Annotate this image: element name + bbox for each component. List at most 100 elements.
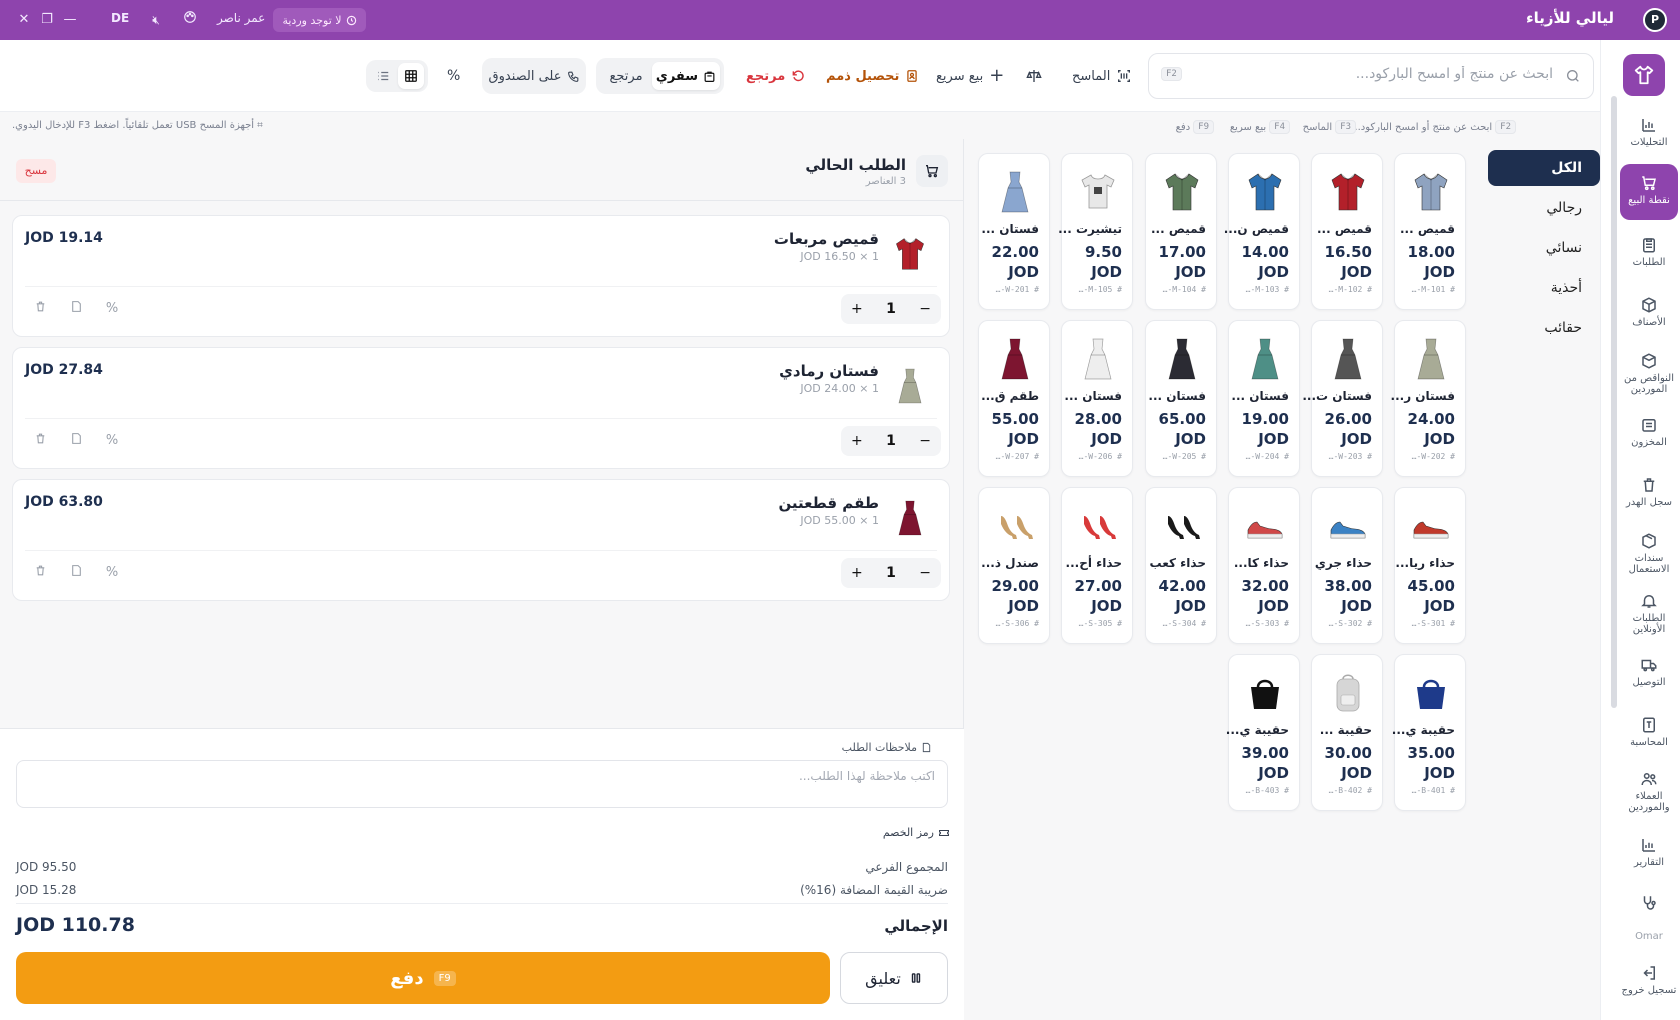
dress-icon <box>1078 337 1118 381</box>
product-card[interactable]: فستان ... 65.00 JOD # W-205-… <box>1145 320 1217 477</box>
increase-qty-button[interactable]: + <box>851 433 863 449</box>
delete-line-icon[interactable] <box>31 564 49 582</box>
order-type-counter[interactable]: على الصندوق <box>482 58 586 94</box>
trash-icon <box>1643 478 1655 492</box>
shift-status-badge[interactable]: لا توجد وردية <box>273 8 366 32</box>
product-card[interactable]: حقيبة ... 30.00 JOD # B-402-… <box>1311 654 1383 811</box>
search-input[interactable] <box>1253 66 1553 82</box>
product-card[interactable]: حذاء أح... 27.00 JOD # S-305-… <box>1061 487 1133 644</box>
delete-line-icon[interactable] <box>31 432 49 450</box>
sidebar-brand-icon[interactable] <box>1623 54 1665 96</box>
line-discount-icon[interactable]: % <box>103 564 121 582</box>
discount-percent-button[interactable]: % <box>447 62 460 90</box>
return-button[interactable]: مرتجع <box>746 62 805 90</box>
sidebar-item-pos[interactable]: نقطة البيع <box>1620 164 1678 220</box>
product-card[interactable]: قميص ... 17.00 JOD # M-104-… <box>1145 153 1217 310</box>
grid-icon <box>405 70 417 82</box>
hold-button[interactable]: تعليق <box>840 952 948 1004</box>
palette-icon[interactable] <box>180 10 200 30</box>
line-discount-icon[interactable]: % <box>103 432 121 450</box>
notes-label-row: ملاحظات الطلب <box>842 741 932 754</box>
sidebar-item-accounting[interactable]: المحاسبة <box>1620 716 1678 748</box>
product-card[interactable]: فستان ... 28.00 JOD # W-206-… <box>1061 320 1133 477</box>
cart-line[interactable]: فستان رمادي JOD 24.00 × 1 JOD 27.84 +1 −% <box>12 347 950 469</box>
line-note-icon[interactable] <box>67 432 85 450</box>
sidebar-item-supplier-shortages[interactable]: النواقص من الموردين <box>1620 352 1678 395</box>
product-card[interactable]: فستان ر... 24.00 JOD # W-202-… <box>1391 320 1466 477</box>
language-toggle[interactable]: DE <box>111 11 129 25</box>
decrease-qty-button[interactable]: − <box>919 565 931 581</box>
product-name: قميص ... <box>1316 222 1372 236</box>
delete-line-icon[interactable] <box>31 300 49 318</box>
logout-button[interactable]: تسجيل خروج <box>1620 964 1678 996</box>
line-note-icon[interactable] <box>67 300 85 318</box>
line-discount-icon[interactable]: % <box>103 300 121 318</box>
search-box[interactable]: F2 <box>1148 53 1594 99</box>
sidebar-item-customers-suppliers[interactable]: العملاء والموردين <box>1620 770 1678 813</box>
increase-qty-button[interactable]: + <box>851 565 863 581</box>
quick-sale-button[interactable]: + بيع سريع <box>936 62 1004 90</box>
product-card[interactable]: طقم ق... 55.00 JOD # W-207-… <box>978 320 1050 477</box>
product-card[interactable]: حقيبة ي... 39.00 JOD # B-403-… <box>1226 654 1300 811</box>
product-card[interactable]: حذاء كا... 32.00 JOD # S-303-… <box>1228 487 1300 644</box>
product-card[interactable]: حذاء جري 38.00 JOD # S-302-… <box>1311 487 1383 644</box>
product-name: حقيبة ... <box>1319 723 1372 737</box>
undo-icon <box>792 70 804 82</box>
category-all[interactable]: الكل <box>1488 150 1600 186</box>
product-name: حذاء أح... <box>1065 556 1122 570</box>
order-notes-input[interactable] <box>16 760 948 808</box>
category-men[interactable]: رجالي <box>1488 190 1600 226</box>
sidebar-item-online-orders[interactable]: الطلبات الأونلاين <box>1620 592 1678 635</box>
product-card[interactable]: قميص ... 18.00 JOD # M-101-… <box>1394 153 1466 310</box>
list-view-button[interactable] <box>370 63 396 89</box>
order-type-return[interactable]: مرتجع <box>602 62 650 90</box>
minimize-window-icon[interactable]: — <box>60 10 80 30</box>
decrease-qty-button[interactable]: − <box>919 301 931 317</box>
sidebar-item-orders[interactable]: الطلبات <box>1620 236 1678 268</box>
sidebar-item-waste-log[interactable]: سجل الهدر <box>1620 476 1678 508</box>
mute-icon[interactable]: 🔇︎ <box>146 10 166 30</box>
sidebar-item-categories[interactable]: الأصناف <box>1620 296 1678 328</box>
cart-line[interactable]: طقم قطعتين JOD 55.00 × 1 JOD 63.80 +1 −% <box>12 479 950 601</box>
sidebar-item-reports[interactable]: التقارير <box>1620 836 1678 868</box>
product-sku: # W-202-… <box>1411 452 1455 461</box>
product-card[interactable]: صندل ذ... 29.00 JOD # S-306-… <box>978 487 1050 644</box>
scanner-button[interactable]: الماسح <box>1072 62 1132 90</box>
order-type-takeaway[interactable]: سفري <box>652 62 720 90</box>
product-card[interactable]: حقيبة ي... 35.00 JOD # B-401-… <box>1392 654 1466 811</box>
sidebar-item-usage-vouchers[interactable]: سندات الاستعمال <box>1620 532 1678 575</box>
discount-code-button[interactable]: رمز الخصم <box>883 826 950 839</box>
category-women[interactable]: نسائي <box>1488 230 1600 266</box>
product-card[interactable]: قميص ... 16.50 JOD # M-102-… <box>1311 153 1383 310</box>
product-card[interactable]: فستان ... 22.00 JOD # W-201-… <box>978 153 1050 310</box>
clear-cart-button[interactable]: مسح <box>16 159 56 183</box>
category-bags[interactable]: حقائب <box>1488 310 1600 346</box>
scale-button[interactable] <box>1026 62 1042 90</box>
close-window-icon[interactable]: ✕ <box>14 10 34 30</box>
product-card[interactable]: فستان ت... 26.00 JOD # W-203-… <box>1302 320 1383 477</box>
pay-button[interactable]: دفع F9 <box>16 952 830 1004</box>
increase-qty-button[interactable]: + <box>851 301 863 317</box>
product-card[interactable]: حذاء كعب 42.00 JOD # S-304-… <box>1145 487 1217 644</box>
product-card[interactable]: قميص ن... 14.00 JOD # M-103-… <box>1224 153 1300 310</box>
category-shoes[interactable]: أحذية <box>1488 270 1600 306</box>
product-name: حذاء كعب <box>1149 556 1206 570</box>
sidebar-item-analytics[interactable]: التحليلات <box>1620 116 1678 148</box>
product-card[interactable]: تيشيرت ... 9.50 JOD # M-105-… <box>1058 153 1133 310</box>
sidebar-item-inventory[interactable]: المخزون <box>1620 416 1678 448</box>
user-name[interactable]: عمر ناصر <box>217 11 265 25</box>
sidebar-scrollbar[interactable] <box>1611 96 1617 708</box>
collect-debt-button[interactable]: تحصيل ذمم <box>826 62 919 90</box>
product-card[interactable]: فستان ... 19.00 JOD # W-204-… <box>1228 320 1300 477</box>
restore-window-icon[interactable]: ❐ <box>37 10 57 30</box>
product-card[interactable]: حذاء ريا... 45.00 JOD # S-301-… <box>1394 487 1466 644</box>
line-note-icon[interactable] <box>67 564 85 582</box>
decrease-qty-button[interactable]: − <box>919 433 931 449</box>
cart-line[interactable]: قميص مربعات JOD 16.50 × 1 JOD 19.14 +1 −% <box>12 215 950 337</box>
sidebar-item-delivery[interactable]: التوصيل <box>1620 656 1678 688</box>
sidebar-item-more[interactable] <box>1620 894 1678 915</box>
grid-view-button[interactable] <box>398 63 424 89</box>
shoe-icon <box>1411 504 1451 548</box>
list-icon <box>378 71 389 81</box>
product-price: 19.00 <box>1241 410 1289 428</box>
